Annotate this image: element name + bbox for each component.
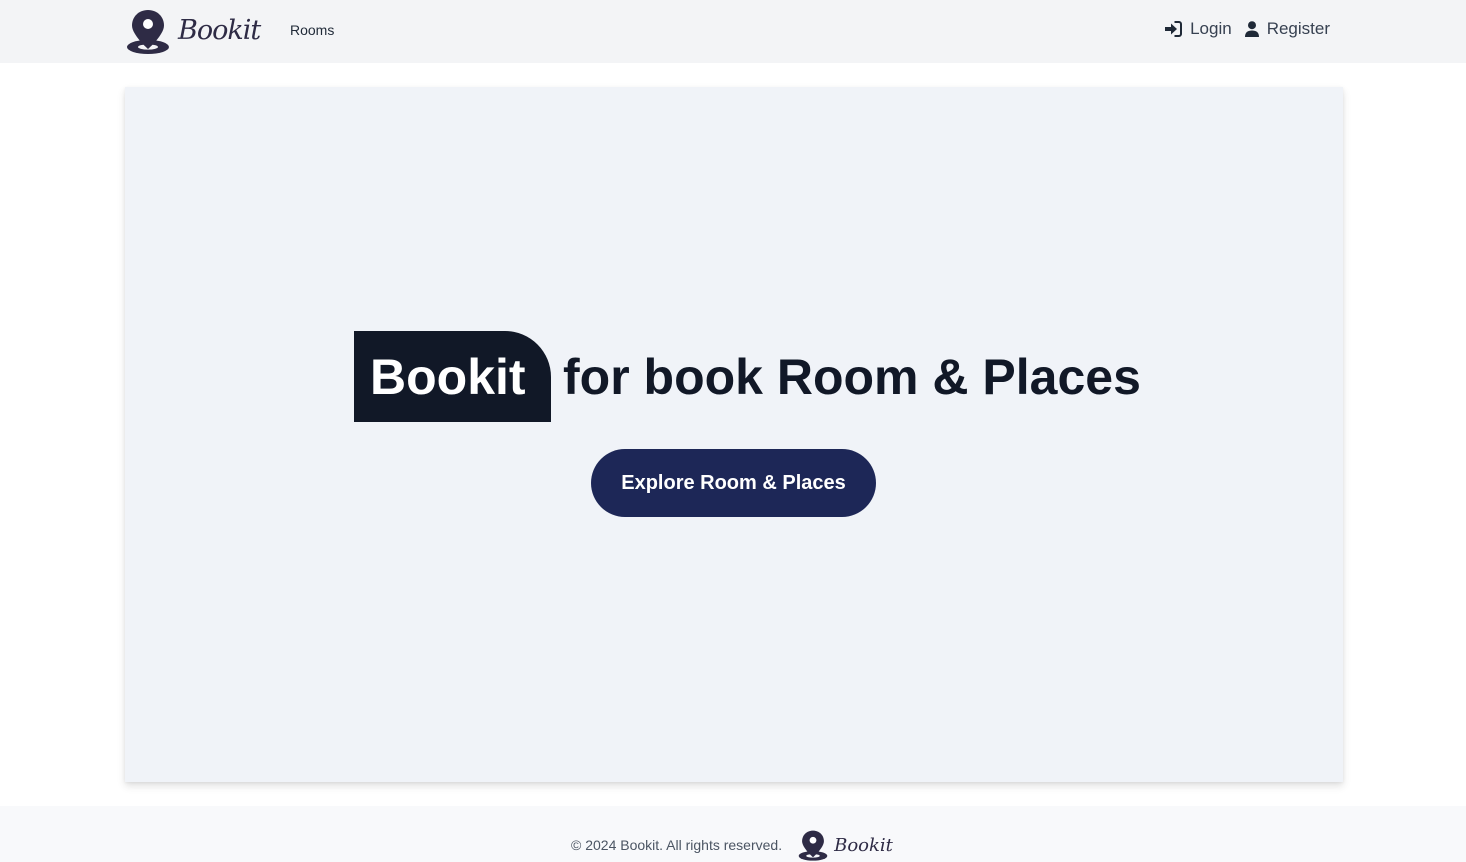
register-label: Register: [1266, 19, 1330, 38]
hero-section: Bookit for book Room & Places Explore Ro…: [125, 87, 1343, 782]
explore-button[interactable]: Explore Room & Places: [591, 449, 876, 517]
footer-content: © 2024 Bookit. All rights reserved. Book…: [571, 829, 893, 861]
copyright-text: © 2024 Bookit. All rights reserved.: [571, 837, 783, 853]
login-link[interactable]: Login: [1164, 19, 1232, 39]
register-link[interactable]: Register: [1244, 19, 1330, 39]
footer: © 2024 Bookit. All rights reserved. Book…: [0, 806, 1466, 862]
map-pin-icon: [798, 830, 828, 861]
hero-brand-highlight: Bookit: [354, 331, 551, 422]
navbar: Bookit Rooms Login Register: [0, 0, 1466, 63]
hero-headline: Bookit for book Room & Places: [354, 331, 1141, 422]
logo-wordmark: Bookit: [178, 15, 261, 46]
footer-wordmark: Bookit: [834, 834, 893, 856]
nav-link-rooms[interactable]: Rooms: [290, 22, 334, 38]
map-pin-icon: [127, 10, 169, 54]
user-icon: [1244, 21, 1259, 37]
hero-headline-text: for book Room & Places: [563, 348, 1141, 405]
login-label: Login: [1190, 19, 1232, 38]
logo-link[interactable]: Bookit: [126, 8, 261, 54]
auth-links: Login Register: [1164, 19, 1330, 39]
footer-logo: Bookit: [798, 829, 893, 861]
sign-in-icon: [1165, 21, 1183, 37]
